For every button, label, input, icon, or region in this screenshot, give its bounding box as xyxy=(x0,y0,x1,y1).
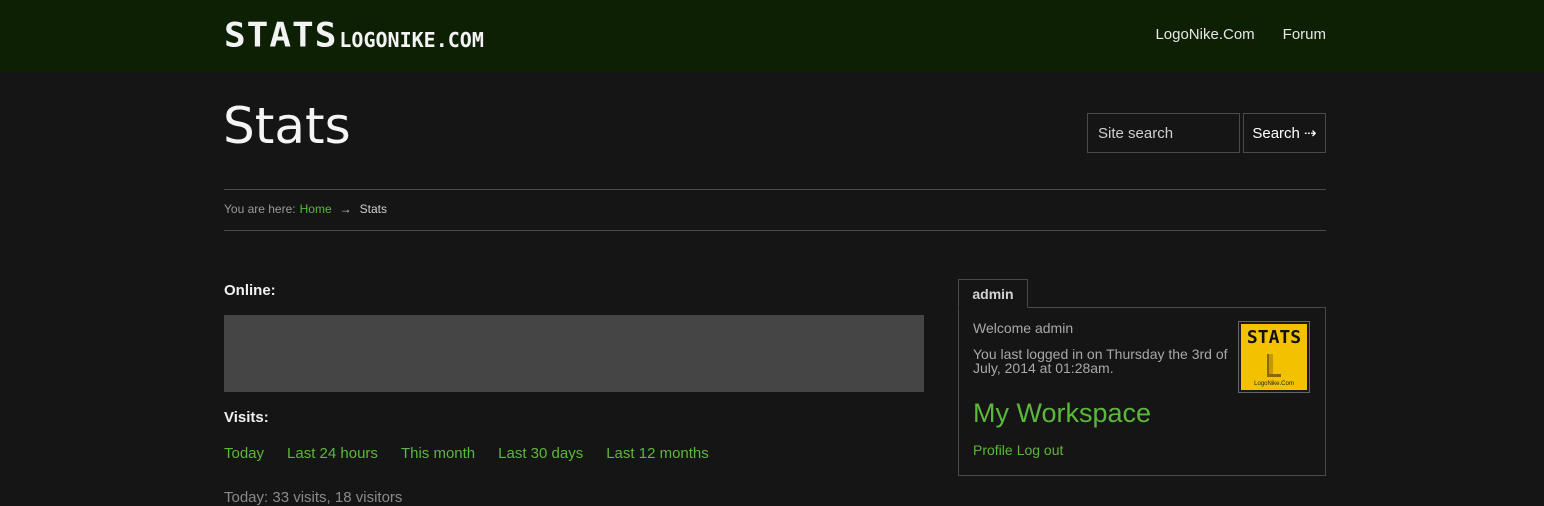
visits-label: Visits: xyxy=(224,409,269,426)
welcome-text: Welcome admin xyxy=(973,320,1074,336)
site-logo[interactable]: STATS LOGONIKE.COM xyxy=(224,16,484,55)
avatar-logo-text: STATS xyxy=(1246,327,1302,348)
tab-this-month[interactable]: This month xyxy=(401,445,475,462)
logo-stats-text: STATS xyxy=(224,16,338,55)
user-panel-links: Profile Log out xyxy=(973,442,1063,458)
avatar-logo-mark xyxy=(1267,354,1273,376)
my-workspace-link[interactable]: My Workspace xyxy=(973,398,1151,429)
nav-link-logonike[interactable]: LogoNike.Com xyxy=(1155,26,1254,43)
visits-summary: Today: 33 visits, 18 visitors xyxy=(224,489,403,506)
top-header: STATS LOGONIKE.COM LogoNike.Com Forum xyxy=(0,0,1544,72)
last-login-text: You last logged in on Thursday the 3rd o… xyxy=(973,346,1228,376)
tab-last-12-months[interactable]: Last 12 months xyxy=(606,445,709,462)
online-users-box xyxy=(224,315,924,392)
tab-last-30-days[interactable]: Last 30 days xyxy=(498,445,583,462)
online-label: Online: xyxy=(224,282,276,299)
top-navigation: LogoNike.Com Forum xyxy=(1155,26,1326,43)
logo-domain-text: LOGONIKE.COM xyxy=(339,28,484,52)
breadcrumb-arrow-icon: → xyxy=(339,202,352,216)
avatar-caption: LogoNike.Com xyxy=(1254,381,1294,387)
nav-link-forum[interactable]: Forum xyxy=(1283,26,1326,43)
visit-period-tabs: Today Last 24 hours This month Last 30 d… xyxy=(224,445,709,462)
user-panel-tab[interactable]: admin xyxy=(958,279,1028,308)
breadcrumb-prefix: You are here: xyxy=(224,202,296,216)
profile-link[interactable]: Profile xyxy=(973,442,1013,458)
breadcrumb-home-link[interactable]: Home xyxy=(300,202,332,216)
user-panel: Welcome admin You last logged in on Thur… xyxy=(958,307,1326,476)
breadcrumb: You are here: Home → Stats xyxy=(224,202,387,216)
search-button[interactable]: Search ⇢ xyxy=(1243,113,1326,153)
breadcrumb-current: Stats xyxy=(359,202,387,216)
header-divider xyxy=(224,189,1326,190)
breadcrumb-divider xyxy=(224,230,1326,231)
avatar-logo-mark-base xyxy=(1267,374,1281,377)
avatar-image: STATS LogoNike.Com xyxy=(1241,324,1307,390)
site-search-input[interactable] xyxy=(1087,113,1240,153)
tab-last-24-hours[interactable]: Last 24 hours xyxy=(287,445,378,462)
page-title: Stats xyxy=(223,97,351,155)
avatar: STATS LogoNike.Com xyxy=(1238,321,1310,393)
logout-link[interactable]: Log out xyxy=(1017,442,1064,458)
tab-today[interactable]: Today xyxy=(224,445,264,462)
